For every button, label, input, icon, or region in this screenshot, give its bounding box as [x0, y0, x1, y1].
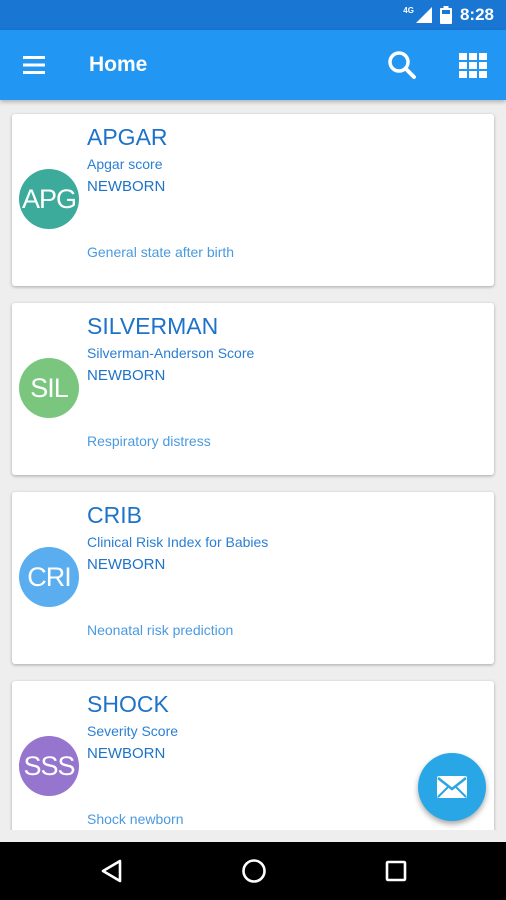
card-description: General state after birth: [87, 244, 235, 260]
status-time: 8:28: [459, 5, 494, 24]
system-nav-bar: [0, 842, 506, 900]
score-card-shock[interactable]: SSS SHOCK Severity Score NEWBORN Shock n…: [12, 681, 494, 830]
card-subtitle: Silverman-Anderson Score: [87, 345, 255, 361]
card-title: APGAR: [87, 124, 168, 150]
home-circle-icon: [242, 859, 266, 883]
score-card-silverman[interactable]: SIL SILVERMAN Silverman-Anderson Score N…: [12, 303, 494, 475]
card-description: Shock newborn: [87, 811, 184, 827]
app-bar: Home: [0, 30, 506, 100]
grid-view-icon: [459, 53, 487, 78]
card-title: SILVERMAN: [87, 313, 219, 339]
email-fab-button[interactable]: [418, 753, 486, 821]
card-category: NEWBORN: [87, 178, 166, 195]
menu-button[interactable]: [14, 45, 54, 85]
mail-icon: [437, 776, 467, 798]
card-category: NEWBORN: [87, 556, 166, 573]
score-list: APG APGAR Apgar score NEWBORN General st…: [0, 100, 506, 830]
score-card-crib[interactable]: CRI CRIB Clinical Risk Index for Babies …: [12, 492, 494, 664]
back-button[interactable]: [96, 855, 128, 887]
home-button[interactable]: [238, 855, 270, 887]
search-button[interactable]: [380, 45, 424, 85]
grid-view-button[interactable]: [452, 45, 496, 85]
recents-button[interactable]: [380, 855, 412, 887]
score-card-apgar[interactable]: APG APGAR Apgar score NEWBORN General st…: [12, 114, 494, 286]
avatar: APG: [19, 169, 79, 229]
page-title: Home: [89, 53, 148, 76]
avatar: SSS: [19, 736, 79, 796]
card-description: Respiratory distress: [87, 433, 211, 449]
card-subtitle: Clinical Risk Index for Babies: [87, 534, 269, 550]
avatar: CRI: [19, 547, 79, 607]
avatar: SIL: [19, 358, 79, 418]
card-title: SHOCK: [87, 691, 169, 717]
card-subtitle: Apgar score: [87, 156, 163, 172]
recents-square-icon: [385, 860, 407, 882]
card-category: NEWBORN: [87, 367, 166, 384]
battery-icon: [439, 6, 452, 24]
search-icon: [388, 51, 416, 79]
signal-icon: [415, 7, 432, 23]
status-bar: 4G 8:28: [0, 0, 506, 30]
back-triangle-icon: [101, 859, 122, 883]
card-title: CRIB: [87, 502, 142, 528]
network-type-label: 4G: [403, 5, 414, 15]
hamburger-menu-icon: [23, 56, 45, 74]
card-description: Neonatal risk prediction: [87, 622, 234, 638]
card-subtitle: Severity Score: [87, 723, 179, 739]
card-category: NEWBORN: [87, 745, 166, 762]
